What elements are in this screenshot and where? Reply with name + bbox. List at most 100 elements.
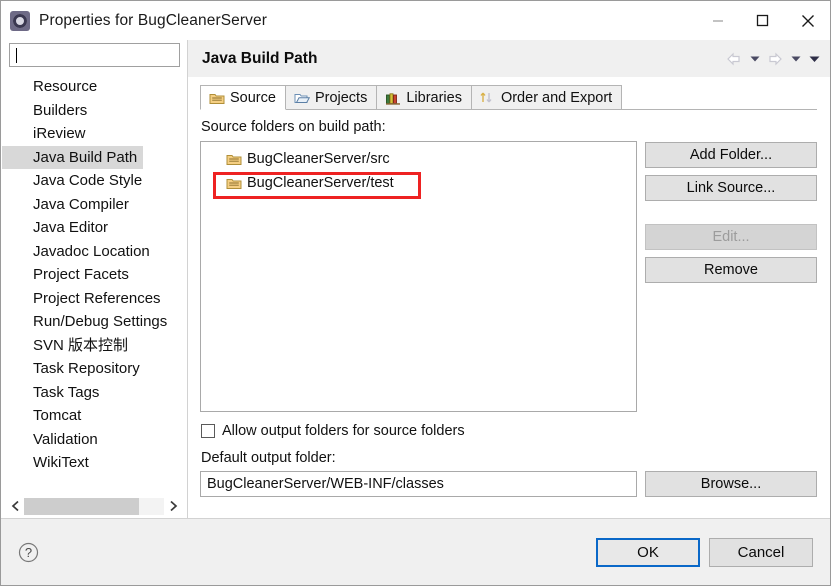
- tab-order-and-export-label: Order and Export: [500, 89, 613, 106]
- default-output-folder-row: Browse...: [200, 471, 817, 497]
- tree-row[interactable]: Builders: [2, 99, 187, 123]
- source-folders-area: BugCleanerServer/src BugCleanerServer/te…: [200, 141, 817, 412]
- tab-source[interactable]: Source: [200, 85, 286, 110]
- dialog-footer: ? OK Cancel: [1, 518, 830, 585]
- close-button[interactable]: [785, 1, 830, 40]
- tree-row[interactable]: Java Editor: [2, 216, 187, 240]
- tree-row[interactable]: Java Build Path: [2, 145, 187, 169]
- filter-box[interactable]: [9, 43, 180, 67]
- tab-source-label: Source: [230, 89, 276, 106]
- tree-row[interactable]: iReview: [2, 122, 187, 146]
- sidebar-item-builders[interactable]: Builders: [2, 102, 87, 119]
- tab-libraries-label: Libraries: [406, 89, 462, 106]
- link-source-button[interactable]: Link Source...: [645, 175, 817, 201]
- sidebar-item-ireview[interactable]: iReview: [2, 125, 86, 142]
- package-folder-icon: [209, 91, 225, 105]
- edit-button: Edit...: [645, 224, 817, 250]
- sidebar-item-svn[interactable]: SVN 版本控制: [2, 337, 128, 354]
- title-bar: Properties for BugCleanerServer: [1, 1, 830, 40]
- window-controls: [695, 1, 830, 40]
- allow-output-folders-checkbox[interactable]: [201, 424, 215, 438]
- filter-input[interactable]: [16, 47, 175, 63]
- java-build-path-panel: Source Projects Libraries Order and Expo…: [188, 77, 830, 518]
- source-folder-buttons: Add Folder... Link Source... Edit... Rem…: [645, 141, 817, 412]
- tree-row[interactable]: Run/Debug Settings: [2, 310, 187, 334]
- sidebar-item-project-facets[interactable]: Project Facets: [2, 266, 129, 283]
- sidebar-item-resource[interactable]: Resource: [2, 78, 97, 95]
- package-folder-icon: [226, 152, 242, 166]
- sidebar-item-validation[interactable]: Validation: [2, 431, 98, 448]
- tree-row[interactable]: Validation: [2, 428, 187, 452]
- settings-tree[interactable]: Resource Builders iReview Java Build Pat…: [1, 75, 187, 497]
- scrollbar-thumb[interactable]: [24, 497, 139, 515]
- window-title: Properties for BugCleanerServer: [39, 11, 267, 29]
- tree-row[interactable]: Tomcat: [2, 404, 187, 428]
- maximize-button[interactable]: [740, 1, 785, 40]
- dialog-body: Resource Builders iReview Java Build Pat…: [1, 40, 830, 518]
- open-folder-icon: [294, 91, 310, 105]
- default-output-folder-input[interactable]: [200, 471, 637, 497]
- scrollbar-track[interactable]: [24, 497, 164, 515]
- cancel-button[interactable]: Cancel: [709, 537, 813, 567]
- sidebar-item-java-build-path[interactable]: Java Build Path: [2, 145, 144, 169]
- svg-text:?: ?: [24, 545, 31, 560]
- sidebar-item-wikitext[interactable]: WikiText: [2, 454, 89, 471]
- chevron-down-menu-icon[interactable]: [806, 48, 823, 70]
- build-path-tabs: Source Projects Libraries Order and Expo…: [200, 85, 817, 110]
- sidebar-item-run-debug-settings[interactable]: Run/Debug Settings: [2, 313, 167, 330]
- tree-row[interactable]: SVN 版本控制: [2, 334, 187, 358]
- chevron-down-icon[interactable]: [746, 48, 763, 70]
- chevron-left-icon[interactable]: [6, 498, 24, 515]
- package-folder-icon: [226, 176, 242, 190]
- tab-order-and-export[interactable]: Order and Export: [470, 85, 623, 109]
- ok-button[interactable]: OK: [596, 537, 700, 567]
- tree-row[interactable]: Project Facets: [2, 263, 187, 287]
- minimize-button[interactable]: [695, 1, 740, 40]
- properties-dialog: Properties for BugCleanerServer Resource…: [0, 0, 831, 586]
- gear-icon: [10, 10, 30, 31]
- footer-buttons: OK Cancel: [596, 537, 813, 567]
- sidebar-item-task-repository[interactable]: Task Repository: [2, 360, 140, 377]
- sidebar-item-java-code-style[interactable]: Java Code Style: [2, 172, 142, 189]
- sidebar-item-java-editor[interactable]: Java Editor: [2, 219, 108, 236]
- page-nav-tools: [724, 48, 823, 70]
- arrow-right-icon[interactable]: [765, 48, 785, 70]
- sidebar-item-tomcat[interactable]: Tomcat: [2, 407, 81, 424]
- sidebar-horizontal-scrollbar[interactable]: [1, 497, 187, 518]
- sidebar-item-task-tags[interactable]: Task Tags: [2, 384, 99, 401]
- tree-row[interactable]: Task Repository: [2, 357, 187, 381]
- add-folder-button[interactable]: Add Folder...: [645, 142, 817, 168]
- settings-content: Java Build Path Source Projects Librarie…: [187, 40, 830, 518]
- tree-row[interactable]: Javadoc Location: [2, 240, 187, 264]
- tab-libraries[interactable]: Libraries: [376, 85, 472, 109]
- default-output-folder-label: Default output folder:: [201, 450, 336, 466]
- page-header: Java Build Path: [188, 40, 830, 77]
- chevron-down-icon[interactable]: [787, 48, 804, 70]
- source-folder-test-label: BugCleanerServer/test: [247, 175, 394, 191]
- tree-row[interactable]: Task Tags: [2, 381, 187, 405]
- allow-output-folders-label: Allow output folders for source folders: [222, 423, 465, 439]
- tab-projects[interactable]: Projects: [284, 85, 378, 109]
- sidebar-item-javadoc-location[interactable]: Javadoc Location: [2, 243, 150, 260]
- list-item[interactable]: BugCleanerServer/src: [201, 147, 636, 171]
- allow-output-folders-row[interactable]: Allow output folders for source folders: [200, 423, 817, 439]
- source-folders-list[interactable]: BugCleanerServer/src BugCleanerServer/te…: [200, 141, 637, 412]
- tree-row[interactable]: Resource: [2, 75, 187, 99]
- tree-row[interactable]: WikiText: [2, 451, 187, 475]
- settings-sidebar: Resource Builders iReview Java Build Pat…: [1, 40, 187, 518]
- list-item[interactable]: BugCleanerServer/test: [201, 171, 636, 195]
- tree-row[interactable]: Java Code Style: [2, 169, 187, 193]
- tree-row[interactable]: Java Compiler: [2, 193, 187, 217]
- browse-button[interactable]: Browse...: [645, 471, 817, 497]
- books-icon: [385, 91, 401, 105]
- order-arrows-icon: [480, 91, 496, 105]
- sidebar-item-java-compiler[interactable]: Java Compiler: [2, 196, 129, 213]
- source-folder-src-label: BugCleanerServer/src: [247, 151, 390, 167]
- remove-button[interactable]: Remove: [645, 257, 817, 283]
- arrow-left-icon[interactable]: [724, 48, 744, 70]
- page-title: Java Build Path: [202, 49, 318, 67]
- sidebar-item-project-references[interactable]: Project References: [2, 290, 161, 307]
- question-mark-icon[interactable]: ?: [17, 541, 39, 563]
- tree-row[interactable]: Project References: [2, 287, 187, 311]
- chevron-right-icon[interactable]: [164, 498, 182, 515]
